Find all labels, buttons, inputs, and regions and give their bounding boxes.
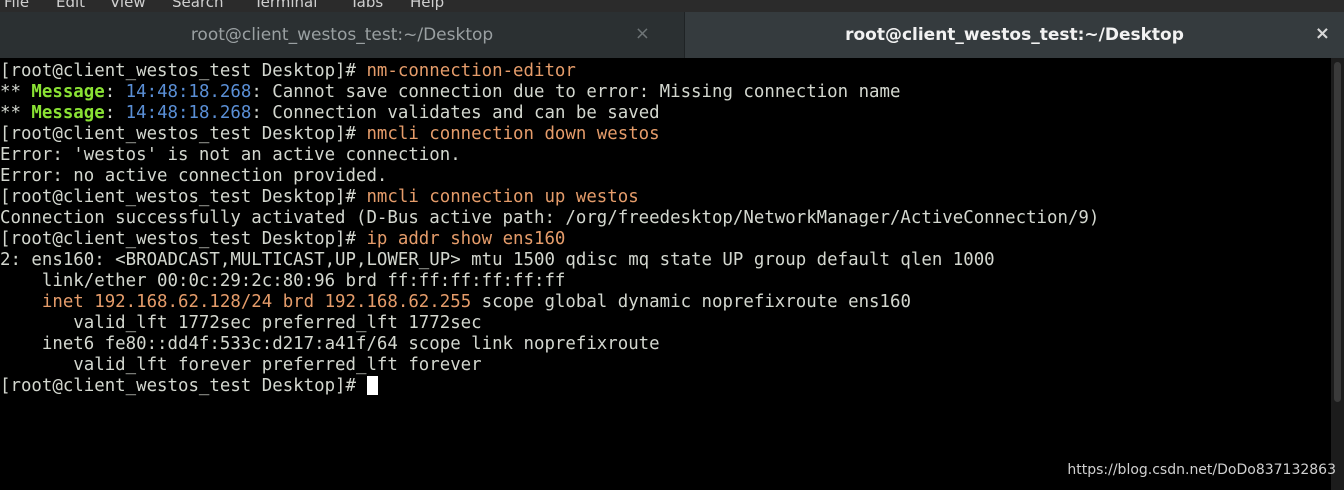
menu-search[interactable]: Search [172,0,224,11]
close-icon[interactable]: × [635,24,650,44]
menu-help[interactable]: Help [410,0,444,11]
terminal-text: [root@client_westos_test Desktop]# [0,187,367,207]
tab-title: root@client_westos_test:~/Desktop [845,25,1184,45]
terminal-text: valid_lft 1772sec preferred_lft 1772sec [0,313,482,333]
terminal-text: inet 192.168.62.128/24 brd 192.168.62.25… [41,292,472,312]
scrollbar-thumb[interactable] [1334,62,1341,402]
terminal-text: Error: no active connection provided. [0,166,388,186]
menu-edit[interactable]: Edit [56,0,85,11]
terminal-text: Connection successfully activated (D-Bus… [0,208,1100,228]
terminal-line: Connection successfully activated (D-Bus… [0,208,1330,229]
terminal-text: 2: ens160: <BROADCAST,MULTICAST,UP,LOWER… [0,250,995,270]
terminal-text: [root@client_westos_test Desktop]# [0,376,367,396]
tab-title: root@client_westos_test:~/Desktop [190,25,494,45]
terminal-line: valid_lft forever preferred_lft forever [0,355,1330,376]
menu-file[interactable]: File [4,0,29,11]
terminal-text: 14:48:18.268 [125,82,252,102]
terminal-text: ** [0,82,32,102]
terminal-output[interactable]: [root@client_westos_test Desktop]# nm-co… [0,61,1330,490]
terminal-line: 2: ens160: <BROADCAST,MULTICAST,UP,LOWER… [0,250,1330,271]
close-icon[interactable]: × [1315,24,1330,44]
menu-tabs[interactable]: Tabs [350,0,383,11]
terminal-line: link/ether 00:0c:29:2c:80:96 brd ff:ff:f… [0,271,1330,292]
cursor-block [367,376,379,395]
menu-terminal[interactable]: Terminal [254,0,317,11]
terminal-line: [root@client_westos_test Desktop]# nm-co… [0,61,1330,82]
terminal-text: scope global dynamic noprefixroute ens16… [471,292,911,312]
terminal-line: Error: 'westos' is not an active connect… [0,145,1330,166]
terminal-text: ip addr show ens160 [366,229,566,249]
terminal-line: inet6 fe80::dd4f:533c:d217:a41f/64 scope… [0,334,1330,355]
terminal-text: valid_lft forever preferred_lft forever [0,355,482,375]
terminal-line: [root@client_westos_test Desktop]# nmcli… [0,187,1330,208]
terminal-text: [root@client_westos_test Desktop]# [0,229,367,249]
scrollbar[interactable] [1331,58,1344,490]
terminal-line: Error: no active connection provided. [0,166,1330,187]
terminal-line: [root@client_westos_test Desktop]# [0,376,1330,397]
tab-bar: root@client_westos_test:~/Desktop × root… [0,12,1344,58]
terminal-text: Message [31,82,105,102]
terminal-text: Message [31,103,105,123]
terminal-line: valid_lft 1772sec preferred_lft 1772sec [0,313,1330,334]
terminal-text: ** [0,103,32,123]
terminal-text: nm-connection-editor [366,61,576,81]
terminal-line: [root@client_westos_test Desktop]# nmcli… [0,124,1330,145]
terminal-text: : [104,103,126,123]
terminal-text: : Cannot save connection due to error: M… [251,82,901,102]
terminal-text: nmcli connection down westos [366,124,660,144]
tab-terminal-2[interactable]: root@client_westos_test:~/Desktop × [685,12,1344,58]
terminal-text: nmcli connection up westos [366,187,639,207]
terminal-text: 14:48:18.268 [125,103,252,123]
terminal-line: ** Message: 14:48:18.268: Cannot save co… [0,82,1330,103]
terminal-text: Error: 'westos' is not an active connect… [0,145,461,165]
tab-terminal-1[interactable]: root@client_westos_test:~/Desktop × [0,12,684,58]
menu-view[interactable]: View [110,0,146,11]
terminal-line: ** Message: 14:48:18.268: Connection val… [0,103,1330,124]
terminal-text: : [104,82,126,102]
terminal-text: [root@client_westos_test Desktop]# [0,61,367,81]
terminal-text: : Connection validates and can be saved [251,103,660,123]
terminal-text: [root@client_westos_test Desktop]# [0,124,367,144]
terminal-text: inet6 fe80::dd4f:533c:d217:a41f/64 scope… [0,334,660,354]
menu-bar: File Edit View Search Terminal Tabs Help [0,0,1344,12]
terminal-text: link/ether 00:0c:29:2c:80:96 brd ff:ff:f… [0,271,566,291]
terminal-line: inet 192.168.62.128/24 brd 192.168.62.25… [0,292,1330,313]
terminal-line: [root@client_westos_test Desktop]# ip ad… [0,229,1330,250]
watermark: https://blog.csdn.net/DoDo837132863 [1067,462,1336,478]
